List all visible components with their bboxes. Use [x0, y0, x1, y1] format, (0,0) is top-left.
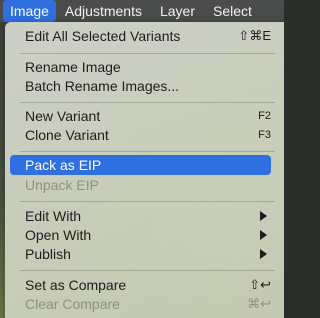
- menu-item-pack-as-eip[interactable]: Pack as EIP: [10, 155, 271, 175]
- menu-item-label: Publish: [25, 246, 71, 262]
- menu-item-rename-image[interactable]: Rename Image: [10, 57, 271, 77]
- menubar-item-adjustments[interactable]: Adjustments: [56, 0, 151, 22]
- menu-item-shortcut: ⌘↩: [247, 296, 271, 311]
- menu-item-edit-with[interactable]: Edit With: [10, 206, 271, 226]
- menu-bar: Image Adjustments Layer Select: [0, 0, 284, 22]
- menubar-item-image[interactable]: Image: [3, 0, 56, 22]
- menu-item-label: Clone Variant: [25, 127, 109, 143]
- submenu-arrow-icon: [260, 211, 267, 221]
- menubar-item-select[interactable]: Select: [204, 0, 261, 22]
- menubar-item-layer[interactable]: Layer: [151, 0, 204, 22]
- menu-separator: [20, 53, 275, 54]
- menu-item-label: Batch Rename Images...: [25, 78, 180, 94]
- menu-item-label: Edit All Selected Variants: [25, 28, 181, 44]
- menu-item-label: Unpack EIP: [25, 177, 99, 193]
- menu-separator: [20, 270, 275, 271]
- menu-item-label: New Variant: [25, 108, 101, 124]
- menu-separator: [20, 102, 275, 103]
- menu-item-label: Clear Compare: [25, 296, 120, 312]
- menu-item-open-with[interactable]: Open With: [10, 225, 271, 245]
- menu-item-shortcut: F3: [258, 129, 271, 141]
- menu-item-unpack-eip: Unpack EIP: [10, 175, 271, 195]
- image-menu-dropdown: Edit All Selected Variants ⇧⌘E Rename Im…: [5, 22, 284, 318]
- menu-item-shortcut: ⇧⌘E: [238, 28, 271, 43]
- submenu-arrow-icon: [260, 249, 267, 259]
- menu-item-clone-variant[interactable]: Clone Variant F3: [10, 125, 271, 145]
- menu-item-publish[interactable]: Publish: [10, 244, 271, 264]
- menu-item-label: Rename Image: [25, 59, 121, 75]
- menu-item-batch-rename-images[interactable]: Batch Rename Images...: [10, 76, 271, 96]
- menu-item-label: Edit With: [25, 208, 82, 224]
- menu-item-clear-compare: Clear Compare ⌘↩: [10, 294, 271, 314]
- submenu-arrow-icon: [260, 230, 267, 240]
- menu-separator: [20, 151, 275, 152]
- menu-item-new-variant[interactable]: New Variant F2: [10, 106, 271, 126]
- menu-item-shortcut: F2: [258, 110, 271, 122]
- menu-item-edit-all-selected-variants[interactable]: Edit All Selected Variants ⇧⌘E: [10, 26, 271, 46]
- screen: Image Adjustments Layer Select Edit All …: [0, 0, 284, 318]
- menu-item-shortcut: ⇧↩: [249, 277, 271, 292]
- menu-item-label: Pack as EIP: [25, 157, 102, 173]
- menu-item-label: Set as Compare: [25, 277, 127, 293]
- menu-item-set-as-compare[interactable]: Set as Compare ⇧↩: [10, 275, 271, 295]
- menu-separator: [20, 201, 275, 202]
- menu-item-label: Open With: [25, 227, 92, 243]
